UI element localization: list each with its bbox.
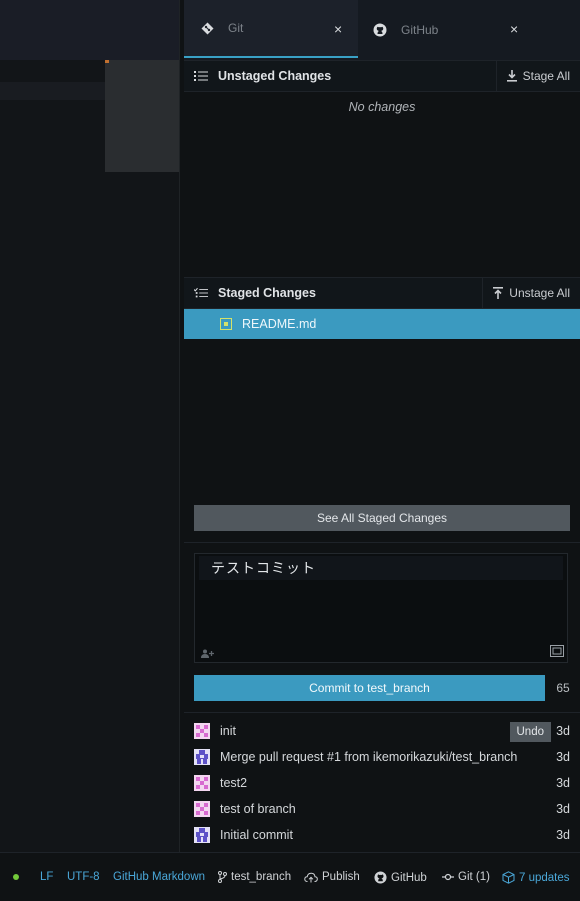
commit-button[interactable]: Commit to test_branch bbox=[194, 675, 545, 701]
file-modified-icon bbox=[220, 318, 232, 330]
stage-all-label: Stage All bbox=[522, 69, 570, 83]
tab-label: Git bbox=[228, 21, 244, 35]
commit-message: init bbox=[220, 724, 236, 738]
remaining-char-count: 65 bbox=[556, 681, 570, 695]
commit-message-editor[interactable]: テストコミット bbox=[194, 553, 568, 663]
section-title: Staged Changes bbox=[218, 286, 316, 300]
editor-cursor-line bbox=[0, 82, 105, 100]
minimap-marker bbox=[105, 60, 109, 63]
recent-commit-item[interactable]: test of branch 3d bbox=[184, 796, 580, 822]
recent-commit-item[interactable]: init Undo 3d bbox=[184, 718, 580, 744]
commit-message: Initial commit bbox=[220, 828, 293, 842]
branch-name: test_branch bbox=[231, 871, 292, 883]
tab-git[interactable]: Git × bbox=[184, 0, 358, 58]
staged-file-item[interactable]: README.md bbox=[184, 309, 580, 339]
divider bbox=[184, 542, 580, 543]
commit-message: test2 bbox=[220, 776, 248, 790]
commit-age: 3d bbox=[556, 776, 570, 790]
close-icon[interactable]: × bbox=[510, 21, 518, 37]
updates-button[interactable]: 7 updates bbox=[502, 871, 570, 884]
avatar bbox=[194, 775, 210, 791]
unstage-all-button[interactable]: Unstage All bbox=[482, 278, 580, 308]
unstage-all-label: Unstage All bbox=[509, 286, 570, 300]
publish-label: Publish bbox=[322, 871, 360, 883]
recent-commit-item[interactable]: Merge pull request #1 from ikemorikazuki… bbox=[184, 744, 580, 770]
file-name: README.md bbox=[242, 317, 317, 331]
upload-icon bbox=[493, 287, 504, 299]
avatar bbox=[194, 723, 210, 739]
stage-all-button[interactable]: Stage All bbox=[495, 61, 580, 91]
commit-age: 3d bbox=[556, 724, 570, 738]
editor-tab-bar bbox=[0, 0, 180, 60]
line-ending-selector[interactable]: LF bbox=[40, 871, 53, 883]
avatar bbox=[194, 749, 210, 765]
commit-message-input[interactable]: テストコミット bbox=[199, 556, 563, 580]
status-dot-icon bbox=[13, 874, 19, 880]
commit-age: 3d bbox=[556, 802, 570, 816]
git-panel-toggle[interactable]: Git (1) bbox=[442, 871, 490, 883]
minimap[interactable] bbox=[105, 60, 179, 172]
branch-selector[interactable]: test_branch bbox=[218, 871, 291, 883]
section-title: Unstaged Changes bbox=[218, 69, 332, 83]
commit-age: 3d bbox=[556, 750, 570, 764]
recent-commit-item[interactable]: test2 3d bbox=[184, 770, 580, 796]
branch-icon bbox=[218, 871, 227, 883]
unstaged-changes-header: Unstaged Changes Stage All bbox=[184, 61, 580, 92]
commit-message: Merge pull request #1 from ikemorikazuki… bbox=[220, 750, 518, 764]
close-icon[interactable]: × bbox=[334, 21, 342, 37]
grammar-selector[interactable]: GitHub Markdown bbox=[113, 871, 205, 883]
commit-age: 3d bbox=[556, 828, 570, 842]
github-icon bbox=[374, 871, 387, 884]
git-icon bbox=[200, 21, 214, 35]
add-coauthor-icon[interactable] bbox=[201, 647, 214, 661]
encoding-selector[interactable]: UTF-8 bbox=[67, 871, 100, 883]
recent-commit-item[interactable]: Initial commit 3d bbox=[184, 822, 580, 848]
expand-icon[interactable] bbox=[550, 645, 564, 660]
tab-label: GitHub bbox=[401, 23, 439, 37]
staged-changes-header: Staged Changes Unstage All bbox=[184, 278, 580, 309]
see-all-staged-changes-button[interactable]: See All Staged Changes bbox=[194, 505, 570, 531]
no-changes-text: No changes bbox=[348, 100, 416, 114]
download-icon bbox=[506, 70, 517, 82]
avatar bbox=[194, 801, 210, 817]
list-icon bbox=[194, 70, 208, 82]
pane-divider[interactable] bbox=[179, 0, 180, 852]
divider bbox=[184, 712, 580, 713]
tab-github[interactable]: GitHub × bbox=[359, 0, 580, 60]
git-commit-icon bbox=[442, 873, 454, 881]
undo-button[interactable]: Undo bbox=[509, 722, 551, 742]
checklist-icon bbox=[194, 287, 208, 299]
avatar bbox=[194, 827, 210, 843]
github-panel-toggle[interactable]: GitHub bbox=[374, 871, 427, 884]
dock-tab-bar: Git × GitHub × bbox=[184, 0, 580, 61]
github-label: GitHub bbox=[391, 871, 427, 884]
publish-button[interactable]: Publish bbox=[304, 871, 360, 883]
git-label: Git (1) bbox=[458, 871, 490, 883]
github-icon bbox=[373, 23, 387, 37]
package-icon bbox=[502, 871, 515, 884]
commit-message: test of branch bbox=[220, 802, 296, 816]
cloud-upload-icon bbox=[304, 872, 318, 882]
updates-label: 7 updates bbox=[519, 871, 570, 884]
